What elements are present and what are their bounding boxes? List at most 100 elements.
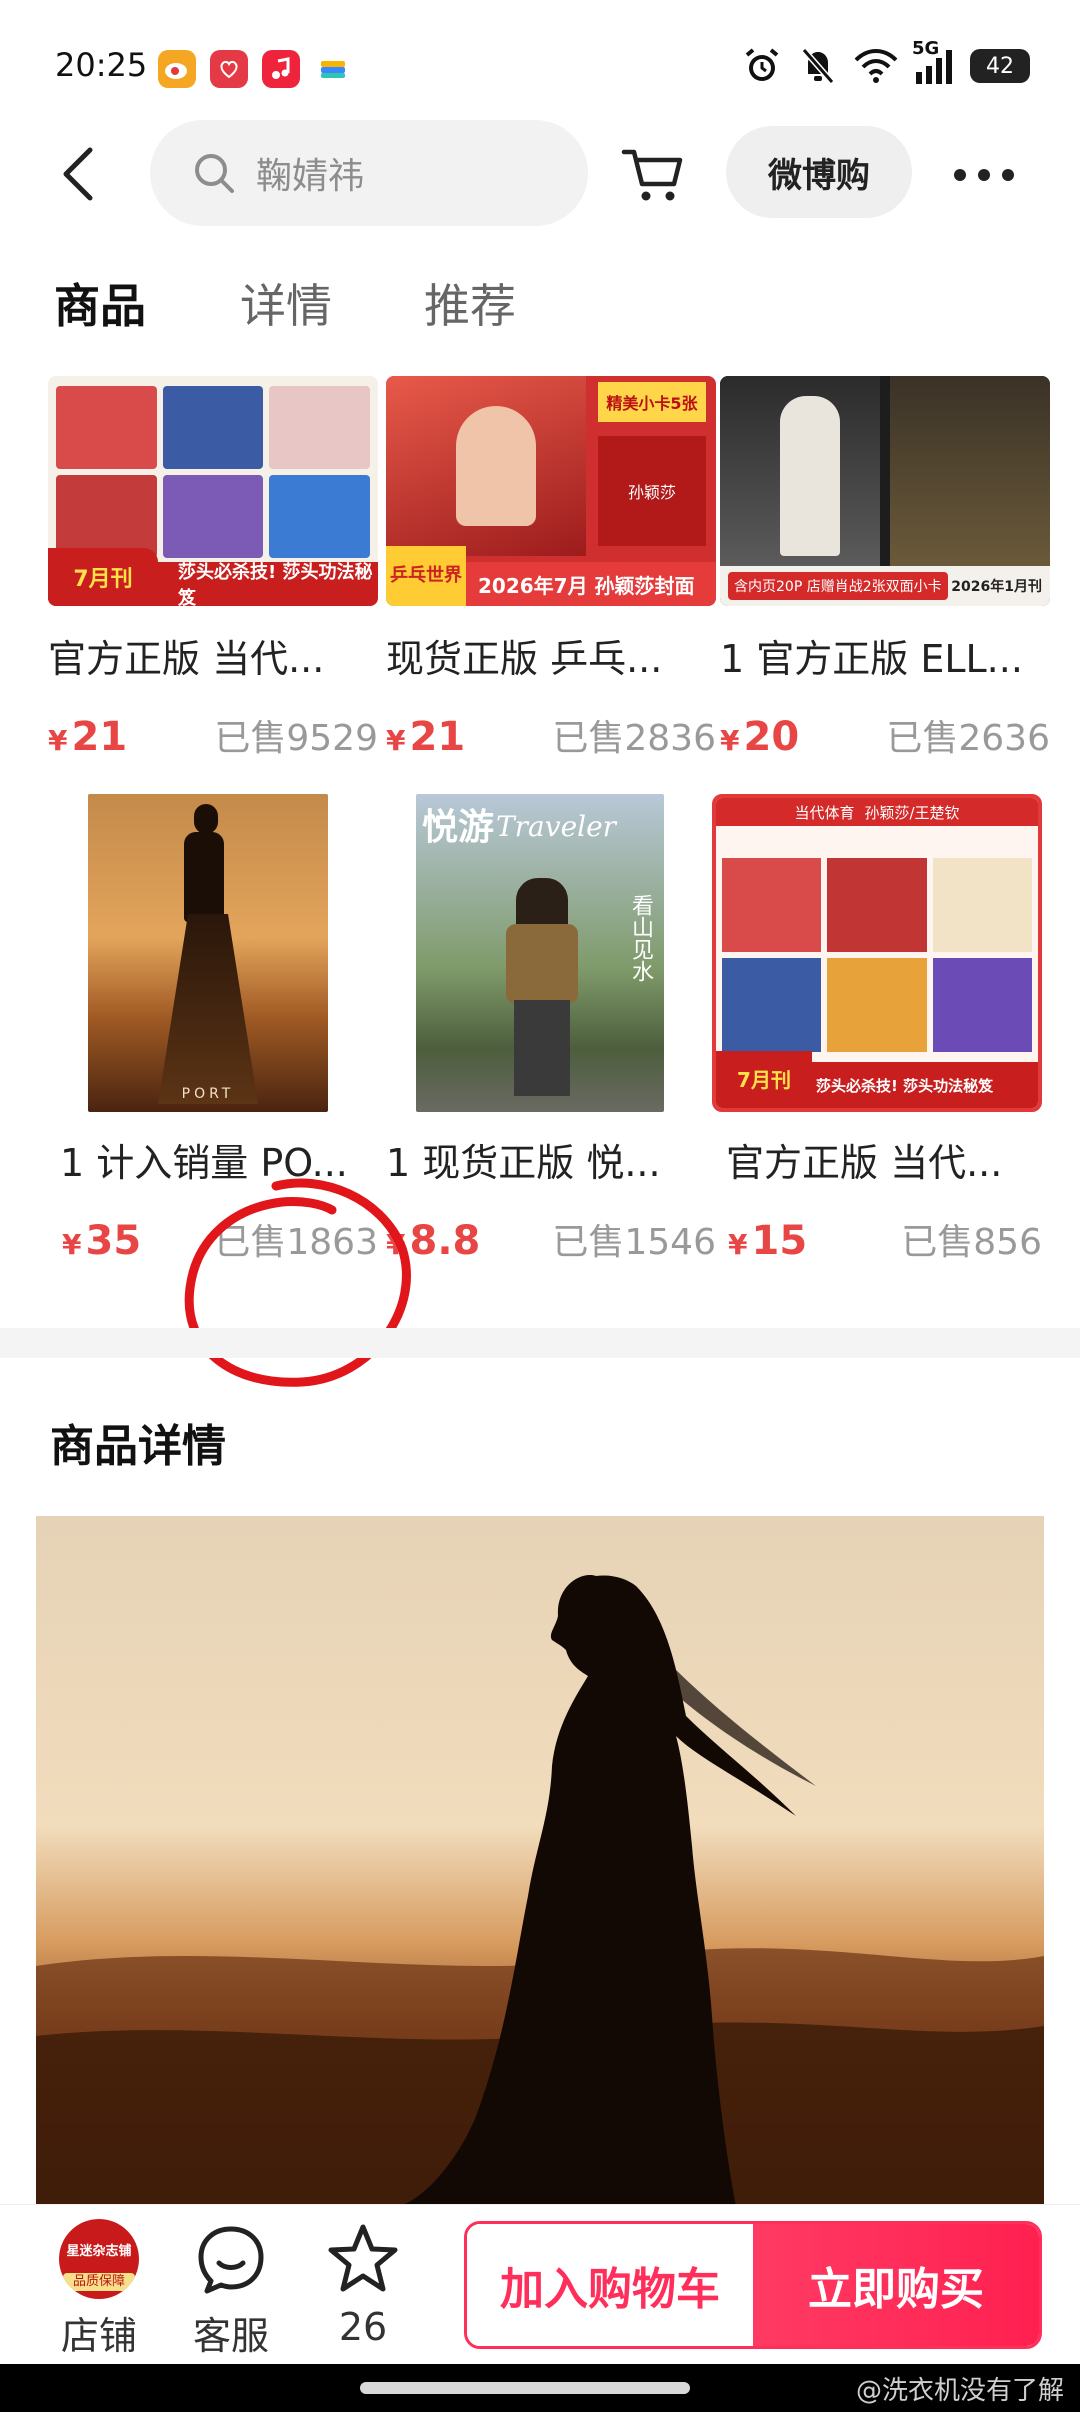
system-nav-bar: @洗衣机没有了解: [0, 2364, 1080, 2412]
search-text: 鞠婧祎: [256, 156, 365, 197]
add-to-cart-button[interactable]: 加入购物车: [467, 2224, 753, 2346]
thumb-promo-tag: 精美小卡5张: [598, 382, 706, 422]
thumb-issue-label: 2026年1月刊: [951, 579, 1042, 595]
price-row: ¥20 已售2636: [720, 709, 1050, 761]
more-button[interactable]: [944, 150, 1024, 200]
shop-logo: 星迷杂志铺 品质保障: [59, 2219, 139, 2299]
watermark: @洗衣机没有了解: [855, 2376, 1064, 2406]
thumb-issue-label: 7月刊: [716, 1051, 812, 1105]
tab-recommend[interactable]: 推荐: [424, 270, 516, 336]
product-title: 1 现货正版 悦...: [386, 1141, 661, 1185]
shop-label: 店铺: [60, 2314, 137, 2358]
price-row: ¥21 已售2836: [386, 709, 716, 761]
product-price: ¥21: [48, 714, 128, 760]
chat-icon: [198, 2226, 264, 2294]
weibo-buy-button[interactable]: 微博购: [726, 126, 912, 218]
music-app-icon: [262, 50, 300, 88]
sold-count: 已售2636: [886, 718, 1050, 759]
star-icon: [328, 2224, 398, 2292]
product-card[interactable]: 悦游 Traveler 看山见水 1 现货正版 悦... ¥8.8 已售1546: [386, 794, 716, 1265]
product-title: 1 官方正版 ELL...: [720, 637, 1023, 681]
thumb-issue-label: 7月刊: [48, 548, 158, 606]
buy-now-button[interactable]: 立即购买: [753, 2224, 1039, 2346]
top-nav: 鞠婧祎 微博购: [0, 120, 1080, 230]
product-thumbnail[interactable]: 莎头必杀技! 莎头功法秘笈 7月刊: [48, 376, 378, 606]
red-circle-annotation: [184, 1178, 411, 1387]
detail-hero-image: [36, 1516, 1044, 2206]
wallet-app-icon: [314, 50, 352, 88]
bottom-action-bar: 星迷杂志铺 品质保障 店铺 客服 26 加入购物车 立即购买: [0, 2204, 1080, 2364]
price-row: ¥21 已售9529: [48, 709, 378, 761]
alarm-icon: [745, 48, 779, 81]
more-dot: [954, 169, 966, 181]
section-divider: [0, 1328, 1080, 1358]
thumb-banner-text: 莎头必杀技! 莎头功法秘笈: [816, 1076, 994, 1095]
shop-logo-text: 星迷杂志铺: [66, 2244, 132, 2259]
status-indicators: 5G 42: [742, 38, 1030, 86]
thumb-brand: 悦游: [422, 806, 495, 848]
product-thumbnail[interactable]: 含内页20P 店赠肖战2张双面小卡 2026年1月刊: [720, 376, 1050, 606]
thumb-brand: 当代体育: [794, 803, 855, 822]
weibo-app-icon: [158, 50, 196, 88]
mute-bell-icon: [801, 48, 835, 84]
status-app-icons: [158, 50, 352, 88]
product-title: 官方正版 当代...: [48, 637, 325, 681]
wifi-icon: [854, 49, 898, 83]
hero-silhouette-image: [36, 1516, 1044, 2206]
chevron-left-icon: [63, 147, 93, 201]
favorite-count: 26: [338, 2305, 388, 2349]
thumb-banner-text: 2026年7月 孙颖莎封面: [478, 573, 695, 598]
thumb-cover-text: 看山见水: [628, 894, 653, 982]
thumb-brand-en: Traveler: [496, 810, 617, 843]
thumb-subtitle: 孙颖莎/王楚钦: [864, 803, 960, 822]
cart-button[interactable]: [620, 144, 686, 204]
product-title: 官方正版 当代...: [726, 1141, 1003, 1185]
product-card[interactable]: 含内页20P 店赠肖战2张双面小卡 2026年1月刊 1 官方正版 ELL...…: [720, 376, 1050, 761]
product-price: ¥21: [386, 714, 466, 760]
back-button[interactable]: [48, 144, 108, 204]
price-row: ¥8.8 已售1546: [386, 1213, 716, 1265]
network-type: 5G: [912, 38, 940, 59]
search-input[interactable]: 鞠婧祎: [150, 120, 588, 226]
customer-service-button[interactable]: 客服: [176, 2219, 286, 2360]
product-card[interactable]: 莎头必杀技! 莎头功法秘笈 7月刊 官方正版 当代... ¥21 已售9529: [48, 376, 378, 761]
thumb-brand: 乒乓世界: [386, 546, 466, 606]
product-price: ¥15: [728, 1218, 808, 1264]
status-bar: 20:25 5G 42: [0, 0, 1080, 130]
product-card[interactable]: 当代体育 孙颖莎/王楚钦 7月刊 莎头必杀技! 莎头功法秘笈 官方正版 当代..…: [712, 794, 1042, 1265]
product-title: 现货正版 乒乓...: [386, 637, 663, 681]
cellular-signal: 5G: [912, 38, 952, 84]
tab-products[interactable]: 商品: [54, 270, 146, 336]
purchase-actions: 加入购物车 立即购买: [464, 2221, 1042, 2349]
sold-count: 已售1546: [552, 1222, 716, 1263]
red-app-icon: [210, 50, 248, 88]
details-section-title: 商品详情: [50, 1421, 226, 1472]
thumb-name: 孙颖莎: [598, 436, 706, 546]
product-thumbnail[interactable]: PORT: [88, 794, 328, 1112]
product-thumbnail[interactable]: 精美小卡5张 孙颖莎 乒乓世界 2026年7月 孙颖莎封面: [386, 376, 716, 606]
more-dot: [1002, 169, 1014, 181]
product-thumbnail[interactable]: 悦游 Traveler 看山见水: [416, 794, 664, 1112]
favorite-button[interactable]: 26: [308, 2219, 418, 2349]
customer-service-label: 客服: [192, 2314, 269, 2358]
product-thumbnail[interactable]: 当代体育 孙颖莎/王楚钦 7月刊 莎头必杀技! 莎头功法秘笈: [712, 794, 1042, 1112]
cart-icon: [621, 149, 683, 201]
shop-button[interactable]: 星迷杂志铺 品质保障 店铺: [44, 2219, 154, 2360]
thumb-promo-tag: 含内页20P 店赠肖战2张双面小卡: [728, 572, 948, 600]
tab-details[interactable]: 详情: [240, 270, 332, 336]
search-icon: [195, 154, 234, 193]
price-row: ¥15 已售856: [712, 1213, 1042, 1265]
battery-icon: 42: [970, 49, 1030, 83]
product-card[interactable]: 精美小卡5张 孙颖莎 乒乓世界 2026年7月 孙颖莎封面 现货正版 乒乓...…: [386, 376, 716, 761]
sold-count: 已售856: [901, 1222, 1042, 1263]
sold-count: 已售2836: [552, 718, 716, 759]
thumb-brand: PORT: [181, 1086, 235, 1102]
more-dot: [978, 169, 990, 181]
tab-bar: 商品 详情 推荐: [0, 270, 1080, 360]
thumb-banner-text: 莎头必杀技! 莎头功法秘笈: [178, 562, 373, 606]
shop-logo-badge: 品质保障: [63, 2273, 135, 2291]
home-indicator[interactable]: [360, 2382, 690, 2394]
product-price: ¥20: [720, 714, 800, 760]
product-price: ¥35: [62, 1218, 142, 1264]
status-time: 20:25: [55, 46, 148, 84]
